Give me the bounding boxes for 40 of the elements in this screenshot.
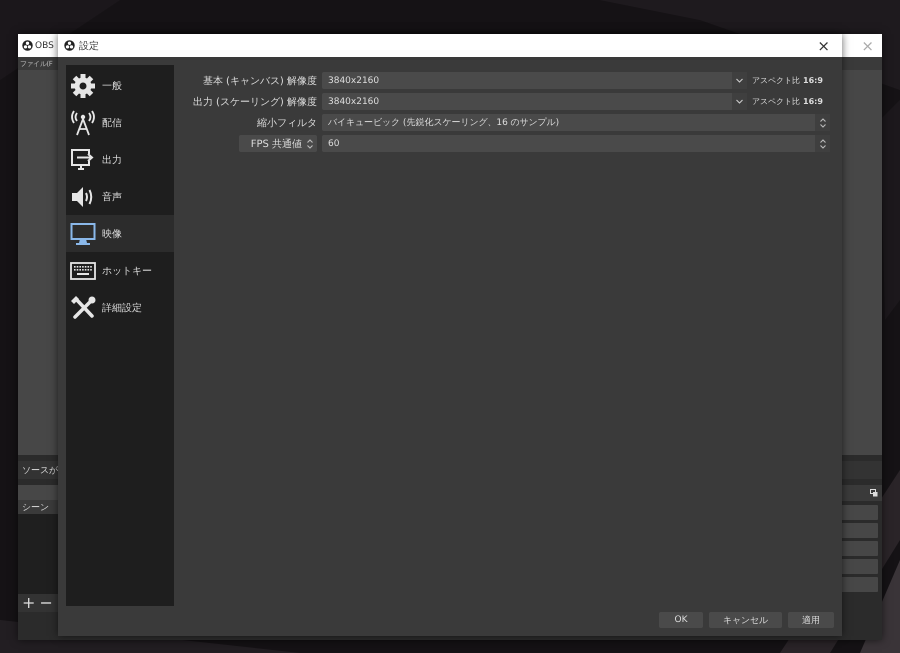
monitor-icon bbox=[70, 220, 96, 246]
monitor-arrow-icon bbox=[70, 146, 96, 172]
sidebar-item[interactable]: 出力 bbox=[66, 141, 174, 178]
antenna-icon bbox=[70, 110, 96, 136]
tools-icon bbox=[70, 294, 96, 320]
aspect-ratio-label: アスペクト比 16:9 bbox=[752, 75, 824, 87]
sidebar-item[interactable]: 配信 bbox=[66, 104, 174, 141]
scene-tool-button[interactable]: − bbox=[39, 595, 53, 611]
caret-icon[interactable] bbox=[732, 72, 747, 89]
field-label: 基本 (キャンバス) 解像度 bbox=[202, 74, 317, 88]
caret-icon[interactable] bbox=[732, 93, 747, 110]
sidebar-item[interactable]: 一般 bbox=[66, 67, 174, 104]
float-dock-icon[interactable] bbox=[870, 489, 878, 497]
field-label: 出力 (スケーリング) 解像度 bbox=[192, 96, 317, 108]
sources-message: ソースが bbox=[22, 464, 58, 476]
updown-icon[interactable] bbox=[818, 138, 826, 150]
dialog-title: 設定 bbox=[79, 40, 99, 52]
sidebar-item[interactable]: 音声 bbox=[66, 178, 174, 215]
sidebar-item[interactable]: 映像 bbox=[66, 215, 174, 252]
aspect-ratio-label: アスペクト比 16:9 bbox=[752, 96, 824, 108]
close-button[interactable]: × bbox=[813, 36, 834, 54]
scene-tool-button[interactable]: + bbox=[22, 595, 36, 611]
sidebar-item[interactable]: 詳細設定 bbox=[66, 289, 174, 326]
field-label: 縮小フィルタ bbox=[257, 116, 317, 130]
resolution-combo[interactable]: 3840x2160 bbox=[322, 72, 747, 89]
app-logo-icon bbox=[64, 40, 75, 51]
window-title: OBS bbox=[35, 40, 54, 50]
updown-icon[interactable] bbox=[818, 116, 826, 128]
frame-rate-value-field[interactable]: 60 bbox=[322, 135, 830, 152]
updown-icon[interactable] bbox=[306, 138, 314, 150]
resolution-combo[interactable]: 3840x2160 bbox=[322, 93, 747, 110]
gear-icon bbox=[70, 72, 96, 98]
dialog-button[interactable]: キャンセル bbox=[709, 612, 782, 628]
fps-type-select[interactable]: FPS 共通値 bbox=[238, 135, 317, 152]
app-logo-icon bbox=[22, 40, 33, 51]
dialog-button[interactable]: OK bbox=[659, 612, 703, 628]
dialog-button[interactable]: 適用 bbox=[788, 612, 834, 628]
scenes-title: シーン bbox=[22, 502, 49, 514]
sidebar-item[interactable]: ホットキー bbox=[66, 252, 174, 289]
filter-select[interactable]: バイキュービック (先鋭化スケーリング、16 のサンプル) bbox=[322, 114, 830, 131]
